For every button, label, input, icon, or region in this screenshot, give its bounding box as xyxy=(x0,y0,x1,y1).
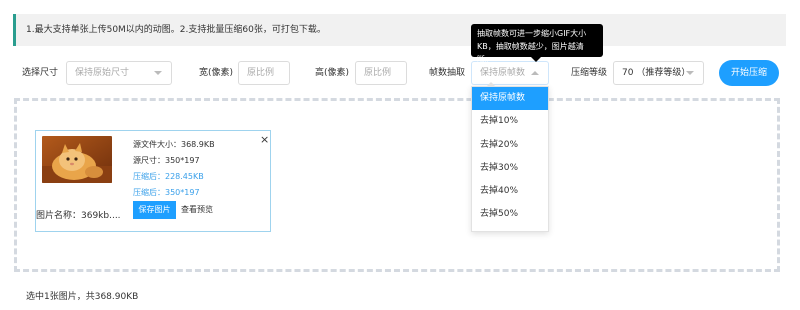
frames-option[interactable]: 去掉40% xyxy=(472,180,548,203)
width-label: 宽(像素) xyxy=(199,68,234,78)
compressed-dims-text: 压缩后：350*197 xyxy=(133,188,200,197)
height-input-placeholder: 原比例 xyxy=(364,68,392,78)
chevron-up-icon xyxy=(531,71,539,75)
frames-option[interactable]: 去掉30% xyxy=(472,157,548,180)
frames-option[interactable]: 保持原帧数 xyxy=(472,87,548,111)
height-input[interactable]: 原比例 xyxy=(355,61,407,85)
tooltip-line-1: 抽取帧数可进一步缩小GIF大小 xyxy=(477,29,587,38)
chevron-down-icon xyxy=(686,71,694,75)
size-select[interactable]: 保持原始尺寸 xyxy=(66,61,172,85)
frames-option[interactable]: 去掉50% xyxy=(472,203,548,226)
image-card: 源文件大小：368.9KB 源尺寸：350*197 压缩后：228.45KB 压… xyxy=(35,130,271,232)
orig-dims-text: 源尺寸：350*197 xyxy=(133,156,200,165)
frames-option[interactable]: 去掉10% xyxy=(472,110,548,133)
selection-summary: 选中1张图片，共368.90KB xyxy=(26,292,139,302)
preview-link[interactable]: 查看预览 xyxy=(181,201,213,219)
notice-banner: 1.最大支持单张上传50M以内的动图。2.支持批量压缩60张，可打包下载。 xyxy=(13,14,786,46)
dropdown-arrow xyxy=(486,82,496,87)
frames-option[interactable]: 去掉20% xyxy=(472,134,548,157)
notice-text: 1.最大支持单张上传50M以内的动图。2.支持批量压缩60张，可打包下载。 xyxy=(26,25,326,35)
width-input-placeholder: 原比例 xyxy=(247,68,275,78)
gif-compressor-page: 1.最大支持单张上传50M以内的动图。2.支持批量压缩60张，可打包下载。 抽取… xyxy=(0,0,800,310)
level-select[interactable]: 70 （推荐等级） xyxy=(613,61,704,85)
toolbar: 选择尺寸 保持原始尺寸 宽(像素) 原比例 高(像素) 原比例 帧数抽取 保持原… xyxy=(0,58,800,88)
height-label: 高(像素) xyxy=(315,68,350,78)
size-select-value: 保持原始尺寸 xyxy=(75,68,130,78)
compressed-size-text: 压缩后：228.45KB xyxy=(133,172,204,181)
image-thumbnail xyxy=(42,136,112,183)
level-select-value: 70 （推荐等级） xyxy=(622,68,691,78)
size-label: 选择尺寸 xyxy=(22,68,59,78)
file-name: 图片名称：369kb.... xyxy=(36,211,121,221)
tooltip-line-2: KB，抽取帧数越少，图片越清晰。 xyxy=(477,42,584,64)
width-input[interactable]: 原比例 xyxy=(238,61,290,85)
close-icon[interactable]: × xyxy=(260,133,269,146)
orig-size-text: 源文件大小：368.9KB xyxy=(133,140,215,149)
chevron-down-icon xyxy=(154,71,162,75)
start-compress-button[interactable]: 开始压缩 xyxy=(719,60,779,86)
cat-thumbnail-image xyxy=(42,136,112,183)
frames-select-value: 保持原帧数 xyxy=(480,68,526,78)
frames-tooltip: 抽取帧数可进一步缩小GIF大小 KB，抽取帧数越少，图片越清晰。 xyxy=(471,24,603,64)
save-image-button[interactable]: 保存图片 xyxy=(133,201,176,219)
frames-label: 帧数抽取 xyxy=(429,68,466,78)
frames-dropdown: 保持原帧数 去掉10% 去掉20% 去掉30% 去掉40% 去掉50% xyxy=(471,86,549,232)
tooltip-arrow xyxy=(531,57,541,62)
